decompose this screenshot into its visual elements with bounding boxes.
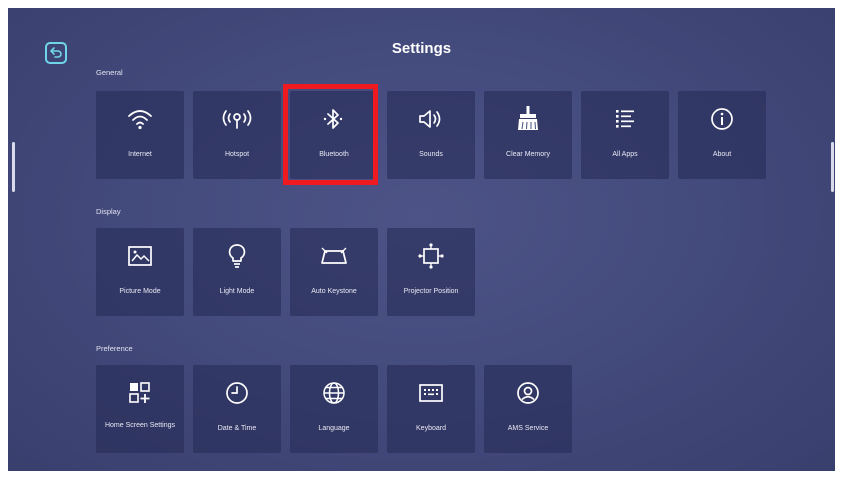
tile-about[interactable]: About	[678, 91, 766, 179]
section-label-preference: Preference	[96, 344, 133, 353]
keystone-icon	[290, 242, 378, 270]
tile-picture-mode[interactable]: Picture Mode	[96, 228, 184, 316]
keyboard-icon	[387, 379, 475, 407]
tile-date-time[interactable]: Date & Time	[193, 365, 281, 453]
tile-clear-memory[interactable]: Clear Memory	[484, 91, 572, 179]
tile-label: About	[712, 151, 732, 158]
info-icon	[678, 105, 766, 133]
tile-label: Projector Position	[403, 288, 459, 295]
lightbulb-icon	[193, 242, 281, 270]
projector-position-icon	[387, 242, 475, 270]
tile-home-screen-settings[interactable]: Home Screen Settings	[96, 365, 184, 453]
tile-ams-service[interactable]: AMS Service	[484, 365, 572, 453]
wifi-icon	[96, 105, 184, 133]
tile-label: All Apps	[612, 151, 638, 158]
tile-label: Sounds	[419, 151, 443, 158]
tile-label: Hotspot	[224, 151, 250, 158]
tile-auto-keystone[interactable]: Auto Keystone	[290, 228, 378, 316]
tile-sounds[interactable]: Sounds	[387, 91, 475, 179]
tile-keyboard[interactable]: Keyboard	[387, 365, 475, 453]
tile-internet[interactable]: Internet	[96, 91, 184, 179]
picture-icon	[96, 242, 184, 270]
scroll-right-indicator[interactable]	[831, 142, 834, 192]
tile-light-mode[interactable]: Light Mode	[193, 228, 281, 316]
tile-label: Language	[318, 425, 350, 432]
hotspot-icon	[193, 105, 281, 133]
tile-label: Date & Time	[217, 425, 257, 432]
tile-label: Keyboard	[416, 425, 446, 432]
tile-label: Picture Mode	[119, 288, 161, 295]
bluetooth-highlight-box	[283, 84, 378, 185]
section-label-display: Display	[96, 207, 121, 216]
tile-label: AMS Service	[507, 425, 549, 432]
clock-icon	[193, 379, 281, 407]
tile-label: Home Screen Settings	[104, 422, 176, 429]
home-grid-icon	[96, 379, 184, 407]
tile-label: Clear Memory	[506, 151, 550, 158]
tile-projector-position[interactable]: Projector Position	[387, 228, 475, 316]
broom-icon	[484, 105, 572, 133]
tile-language[interactable]: Language	[290, 365, 378, 453]
tile-label: Light Mode	[219, 288, 255, 295]
list-icon	[581, 105, 669, 133]
account-icon	[484, 379, 572, 407]
tile-label: Internet	[128, 151, 152, 158]
section-label-general: General	[96, 68, 123, 77]
tile-all-apps[interactable]: All Apps	[581, 91, 669, 179]
tile-hotspot[interactable]: Hotspot	[193, 91, 281, 179]
speaker-icon	[387, 105, 475, 133]
page-title: Settings	[391, 40, 452, 57]
globe-icon	[290, 379, 378, 407]
scroll-left-indicator[interactable]	[12, 142, 15, 192]
tile-label: Auto Keystone	[311, 288, 357, 295]
